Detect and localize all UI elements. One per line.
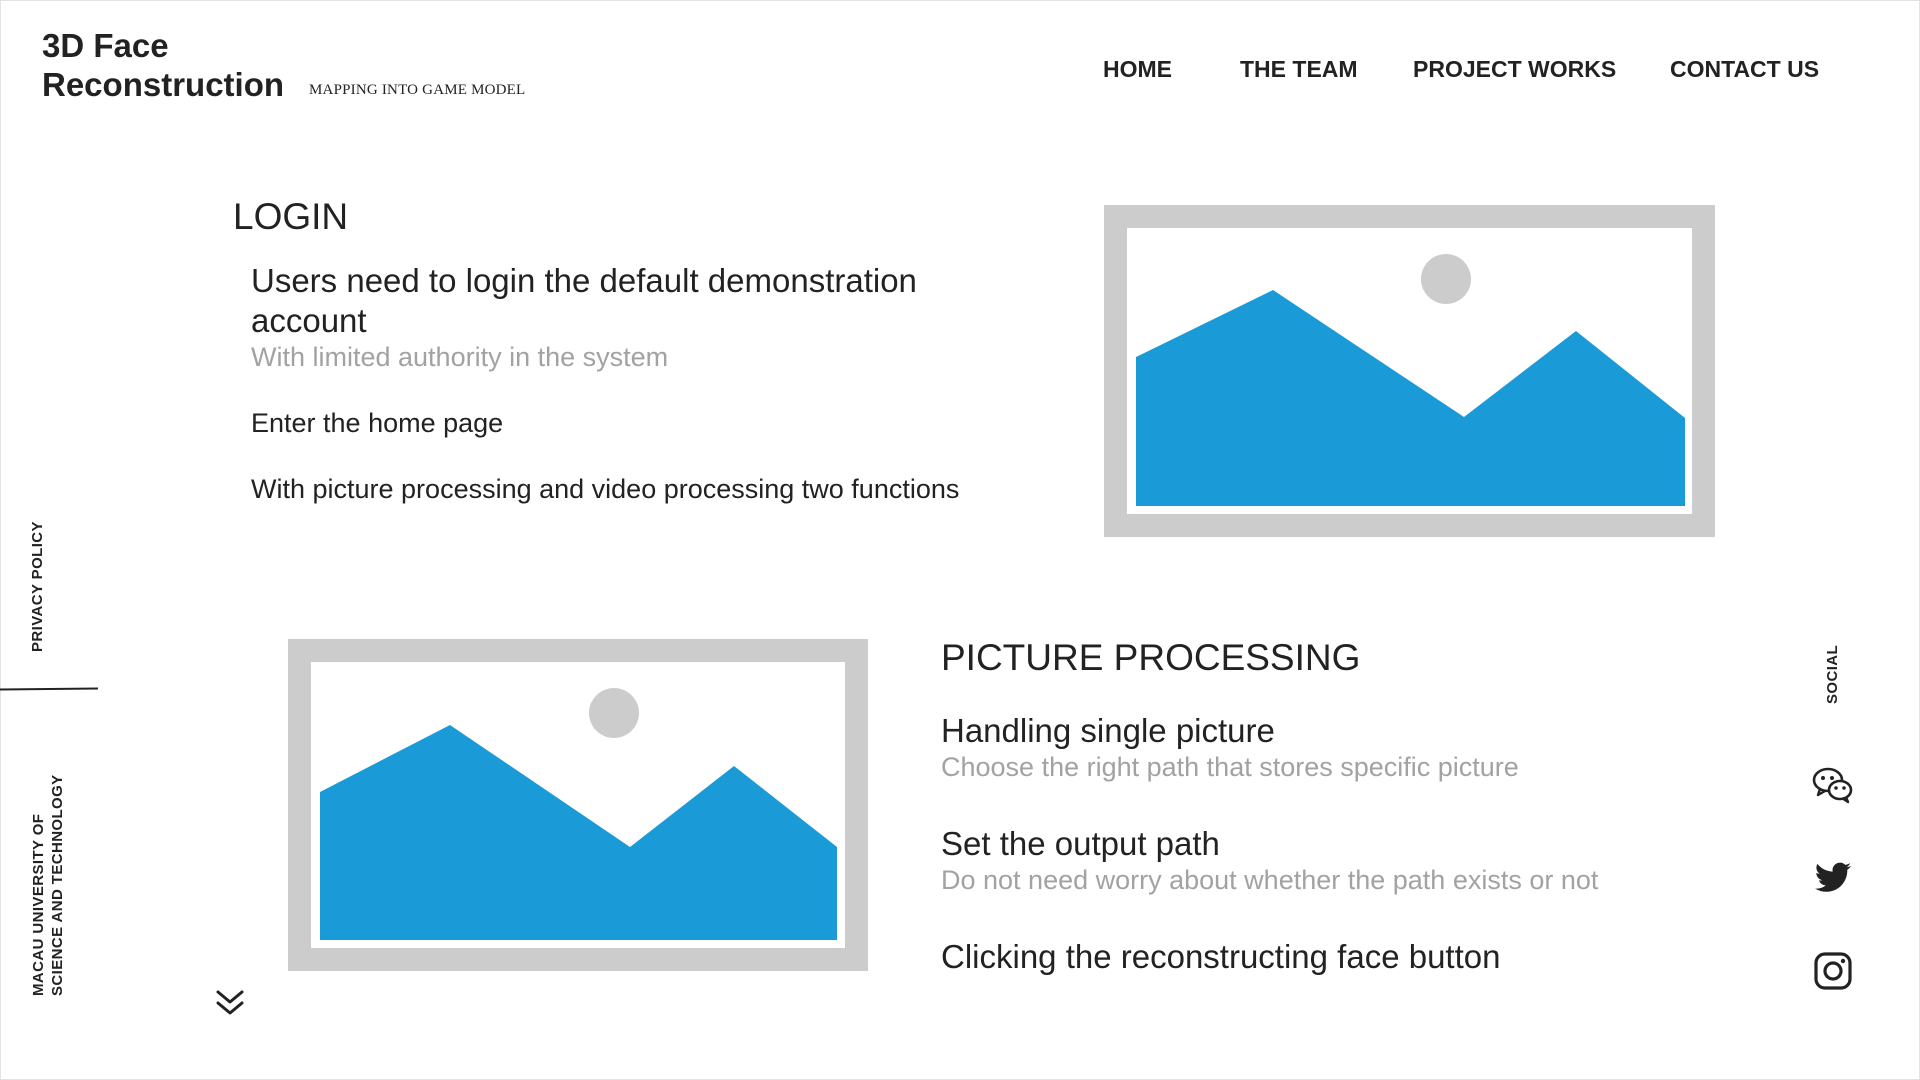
login-description: Users need to login the default demonstr…: [251, 261, 917, 341]
wechat-icon[interactable]: [1811, 763, 1855, 807]
university-line1: MACAU UNIVERSITY OF: [30, 813, 47, 996]
site-title-line1: 3D Face: [42, 27, 169, 64]
twitter-icon[interactable]: [1811, 856, 1855, 900]
university-line2: SCIENCE AND TECHNOLOGY: [49, 774, 66, 996]
university-name: MACAU UNIVERSITY OF SCIENCE AND TECHNOLO…: [29, 774, 67, 996]
privacy-policy-link[interactable]: PRIVACY POLICY: [29, 521, 46, 652]
login-step-home: Enter the home page: [251, 408, 504, 438]
nav-project-works[interactable]: PROJECT WORKS: [1413, 56, 1616, 83]
login-step-functions: With picture processing and video proces…: [251, 474, 960, 504]
login-image-placeholder: [1104, 205, 1715, 537]
login-main-line2: account: [251, 302, 367, 339]
login-main-line1: Users need to login the default demonstr…: [251, 262, 917, 299]
pp-item-title: Handling single picture: [941, 712, 1275, 749]
pp-item-title: Clicking the reconstructing face button: [941, 938, 1501, 975]
pp-item-title: Set the output path: [941, 825, 1220, 862]
instagram-icon[interactable]: [1811, 949, 1855, 993]
nav-the-team[interactable]: THE TEAM: [1240, 56, 1358, 83]
site-title-line2: Reconstruction: [42, 66, 285, 103]
login-heading: LOGIN: [233, 196, 349, 237]
site-tagline: MAPPING INTO GAME MODEL: [309, 82, 526, 98]
nav-home[interactable]: HOME: [1103, 56, 1172, 83]
landscape-image-icon: [1136, 254, 1685, 506]
picture-processing-image-placeholder: [288, 639, 868, 971]
social-label: SOCIAL: [1824, 644, 1841, 704]
double-chevron-down-icon[interactable]: [214, 988, 246, 1020]
login-sub: With limited authority in the system: [251, 342, 669, 372]
nav-contact-us[interactable]: CONTACT US: [1670, 56, 1819, 83]
picture-processing-heading: PICTURE PROCESSING: [941, 637, 1361, 678]
pp-item-sub: Do not need worry about whether the path…: [941, 865, 1599, 895]
landscape-image-icon: [320, 688, 837, 940]
site-title[interactable]: 3D Face Reconstruction: [42, 26, 284, 104]
pp-item-sub: Choose the right path that stores specif…: [941, 752, 1519, 782]
